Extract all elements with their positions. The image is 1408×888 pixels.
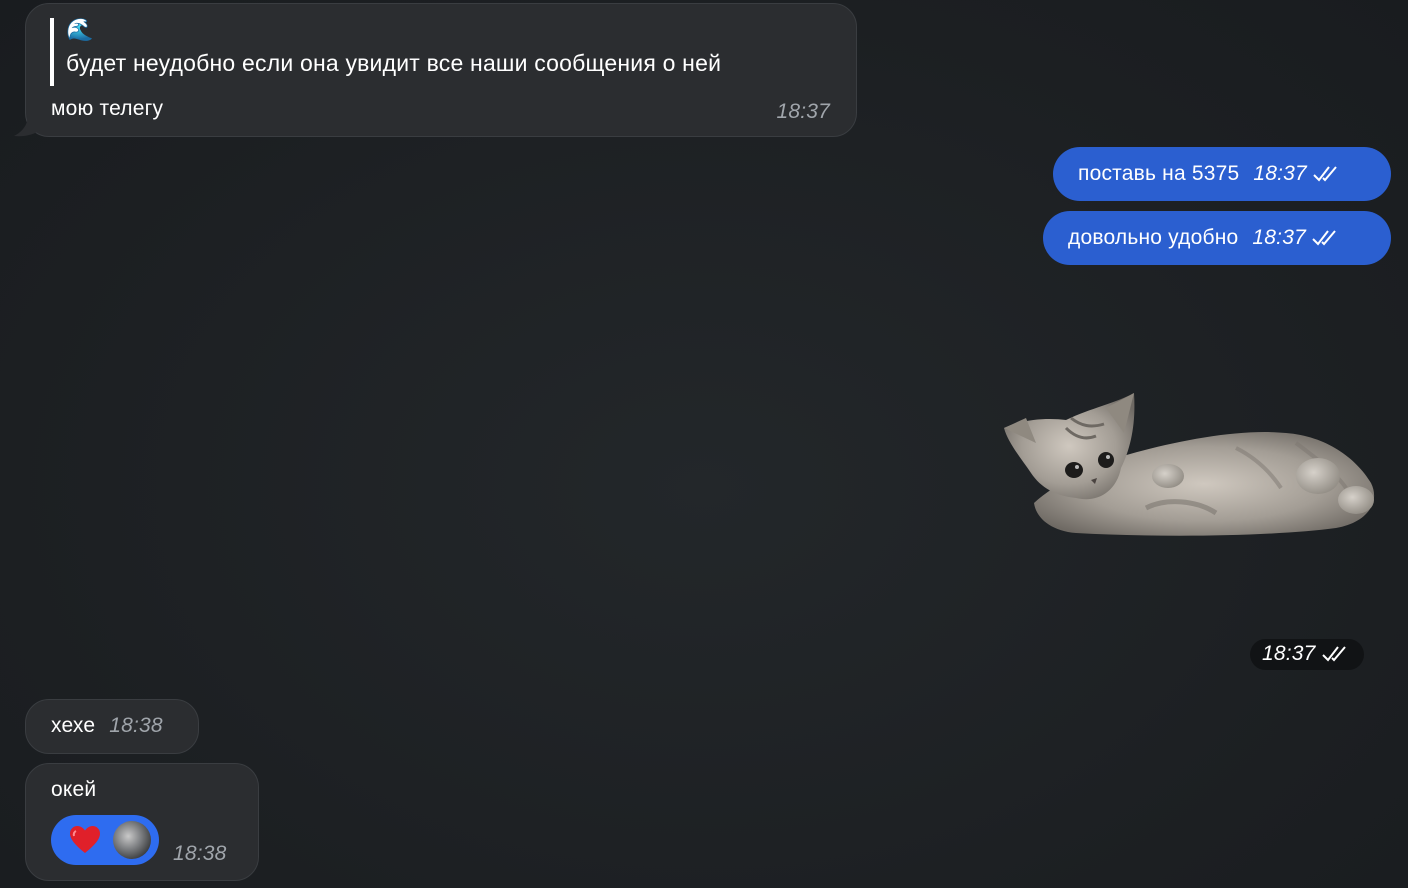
message-text: поставь на 5375 [1078, 162, 1240, 185]
heart-icon [70, 826, 100, 853]
quoted-message[interactable]: 🌊 будет неудобно если она увидит все наш… [50, 18, 721, 86]
kitten-sticker-icon[interactable] [996, 388, 1386, 543]
incoming-message[interactable]: хехе 18:38 [25, 699, 199, 754]
sticker-time-badge: 18:37 [1250, 639, 1364, 670]
incoming-message-with-reaction[interactable]: окей 18:38 [25, 763, 259, 881]
message-text: окей [51, 778, 97, 801]
wave-emoji-icon: 🌊 [66, 17, 94, 42]
outgoing-message[interactable]: поставь на 5375 18:37 [1053, 147, 1391, 201]
double-check-icon [1321, 646, 1346, 662]
message-text: мою телегу [51, 97, 164, 120]
message-time: 18:38 [173, 842, 227, 865]
chat-area: 🌊 будет неудобно если она увидит все наш… [0, 0, 1408, 888]
outgoing-message[interactable]: довольно удобно 18:37 [1043, 211, 1391, 265]
message-time: 18:38 [109, 714, 163, 737]
reaction-pill[interactable] [51, 815, 159, 865]
message-time: 18:37 [1253, 162, 1307, 185]
message-time: 18:37 [1262, 642, 1316, 665]
quoted-text: будет неудобно если она увидит все наши … [66, 50, 722, 76]
double-check-icon [1312, 230, 1336, 246]
message-text: хехе [51, 714, 96, 737]
incoming-message-quoted[interactable]: 🌊 будет неудобно если она увидит все наш… [14, 3, 857, 137]
message-time: 18:37 [1252, 226, 1306, 249]
message-time: 18:37 [776, 100, 830, 123]
reactor-avatar [113, 821, 151, 859]
double-check-icon [1313, 166, 1337, 182]
message-text: довольно удобно [1068, 226, 1239, 249]
bubble-tail-icon [14, 115, 42, 137]
